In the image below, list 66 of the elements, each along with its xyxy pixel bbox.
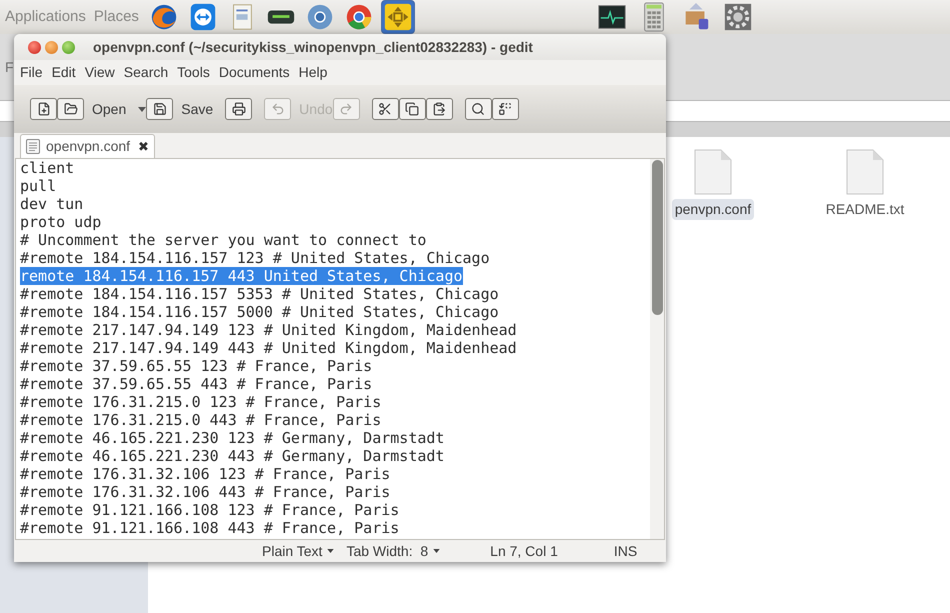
menu-item[interactable]: Help [298, 62, 328, 83]
window-title: openvpn.conf (~/securitykiss_winopenvpn_client02832283) - gedit [93, 38, 533, 57]
code-line: #remote 37.59.65.55 123 # France, Paris [20, 357, 372, 375]
code-line: #remote 46.165.221.230 123 # Germany, Darmstadt [20, 429, 444, 447]
cursor-position: Ln 7, Col 1 [490, 542, 558, 560]
new-button[interactable] [30, 98, 57, 120]
folder-icon [57, 98, 84, 120]
search-icon [464, 98, 492, 120]
close-button[interactable] [28, 40, 41, 54]
undo-icon [264, 98, 292, 120]
new-file-icon [30, 98, 57, 120]
code-line: #remote 91.121.166.108 443 # France, Paris [20, 519, 400, 537]
find-button[interactable] [464, 98, 492, 120]
file-name[interactable]: penvpn.conf [672, 199, 754, 220]
copy-icon [398, 98, 426, 120]
code-line: #remote 46.165.221.230 443 # Germany, Darmstadt [20, 447, 444, 465]
menu-item[interactable]: Edit [52, 62, 76, 83]
tab-close-button[interactable]: ✖ [138, 136, 150, 156]
code-line: #remote 217.147.94.149 123 # United Kingdom, Maidenhead [20, 321, 517, 339]
code-line: #remote 176.31.215.0 123 # France, Paris [20, 393, 382, 411]
code-line: client [20, 159, 74, 177]
redo-icon [332, 98, 360, 120]
code-line: #remote 217.147.94.149 443 # United Kingdom, Maidenhead [20, 339, 517, 357]
insert-mode: INS [614, 542, 638, 560]
code-line: #remote 176.31.32.106 443 # France, Paris [20, 483, 390, 501]
open-button[interactable]: Open [57, 98, 126, 120]
file-icon [694, 149, 732, 195]
code-line: pull [20, 177, 56, 195]
printer-icon [225, 98, 252, 120]
gear-icon[interactable] [722, 2, 753, 32]
tab-width-menu[interactable]: Tab Width: 8 [346, 540, 428, 562]
replace-button[interactable] [492, 98, 519, 120]
code-line: dev tun [20, 195, 84, 213]
menu-item[interactable]: Tools [177, 62, 210, 83]
text-file-icon [26, 139, 40, 154]
file-icon [846, 149, 884, 195]
language-menu[interactable]: Plain Text [262, 540, 322, 562]
code-line: #remote 176.31.215.0 443 # France, Paris [20, 411, 382, 429]
dropdown-caret-icon[interactable] [138, 106, 146, 112]
save-icon [146, 98, 174, 120]
dropdown-caret-icon[interactable] [327, 549, 334, 553]
tab-label: openvpn.conf [46, 137, 130, 156]
code-line: #remote 184.154.116.157 5353 # United States, Chicago [20, 285, 499, 303]
replace-icon [492, 98, 519, 120]
code-line: #remote 184.154.116.157 123 # United States, Chicago [20, 249, 490, 267]
print-button[interactable] [225, 98, 252, 120]
menu-item[interactable]: File [20, 62, 43, 83]
code-line: #remote 184.154.116.157 5000 # United States, Chicago [20, 303, 499, 321]
dropdown-caret-icon[interactable] [433, 549, 440, 553]
paste-button[interactable] [426, 98, 453, 120]
document-tab[interactable]: openvpn.conf ✖ [20, 134, 156, 158]
code-line: #remote 91.121.166.108 123 # France, Paris [20, 501, 400, 519]
clipboard-icon [426, 98, 453, 120]
menu-item[interactable]: Documents [218, 62, 290, 83]
code-line: proto udp [20, 213, 102, 231]
cut-button[interactable] [372, 98, 399, 120]
menu-item[interactable]: View [84, 62, 115, 83]
code-line: #remote 176.31.32.106 123 # France, Paris [20, 465, 390, 483]
menu-item[interactable]: Search [124, 62, 168, 83]
code-line: # Uncomment the server you want to connect to [20, 231, 426, 249]
file-name[interactable]: README.txt [822, 199, 908, 220]
code-line: #remote 37.59.65.55 443 # France, Paris [20, 375, 372, 393]
scissors-icon [372, 98, 399, 120]
scrollbar-thumb[interactable] [652, 160, 662, 315]
save-button[interactable]: Save [146, 98, 214, 120]
copy-button[interactable] [398, 98, 426, 120]
